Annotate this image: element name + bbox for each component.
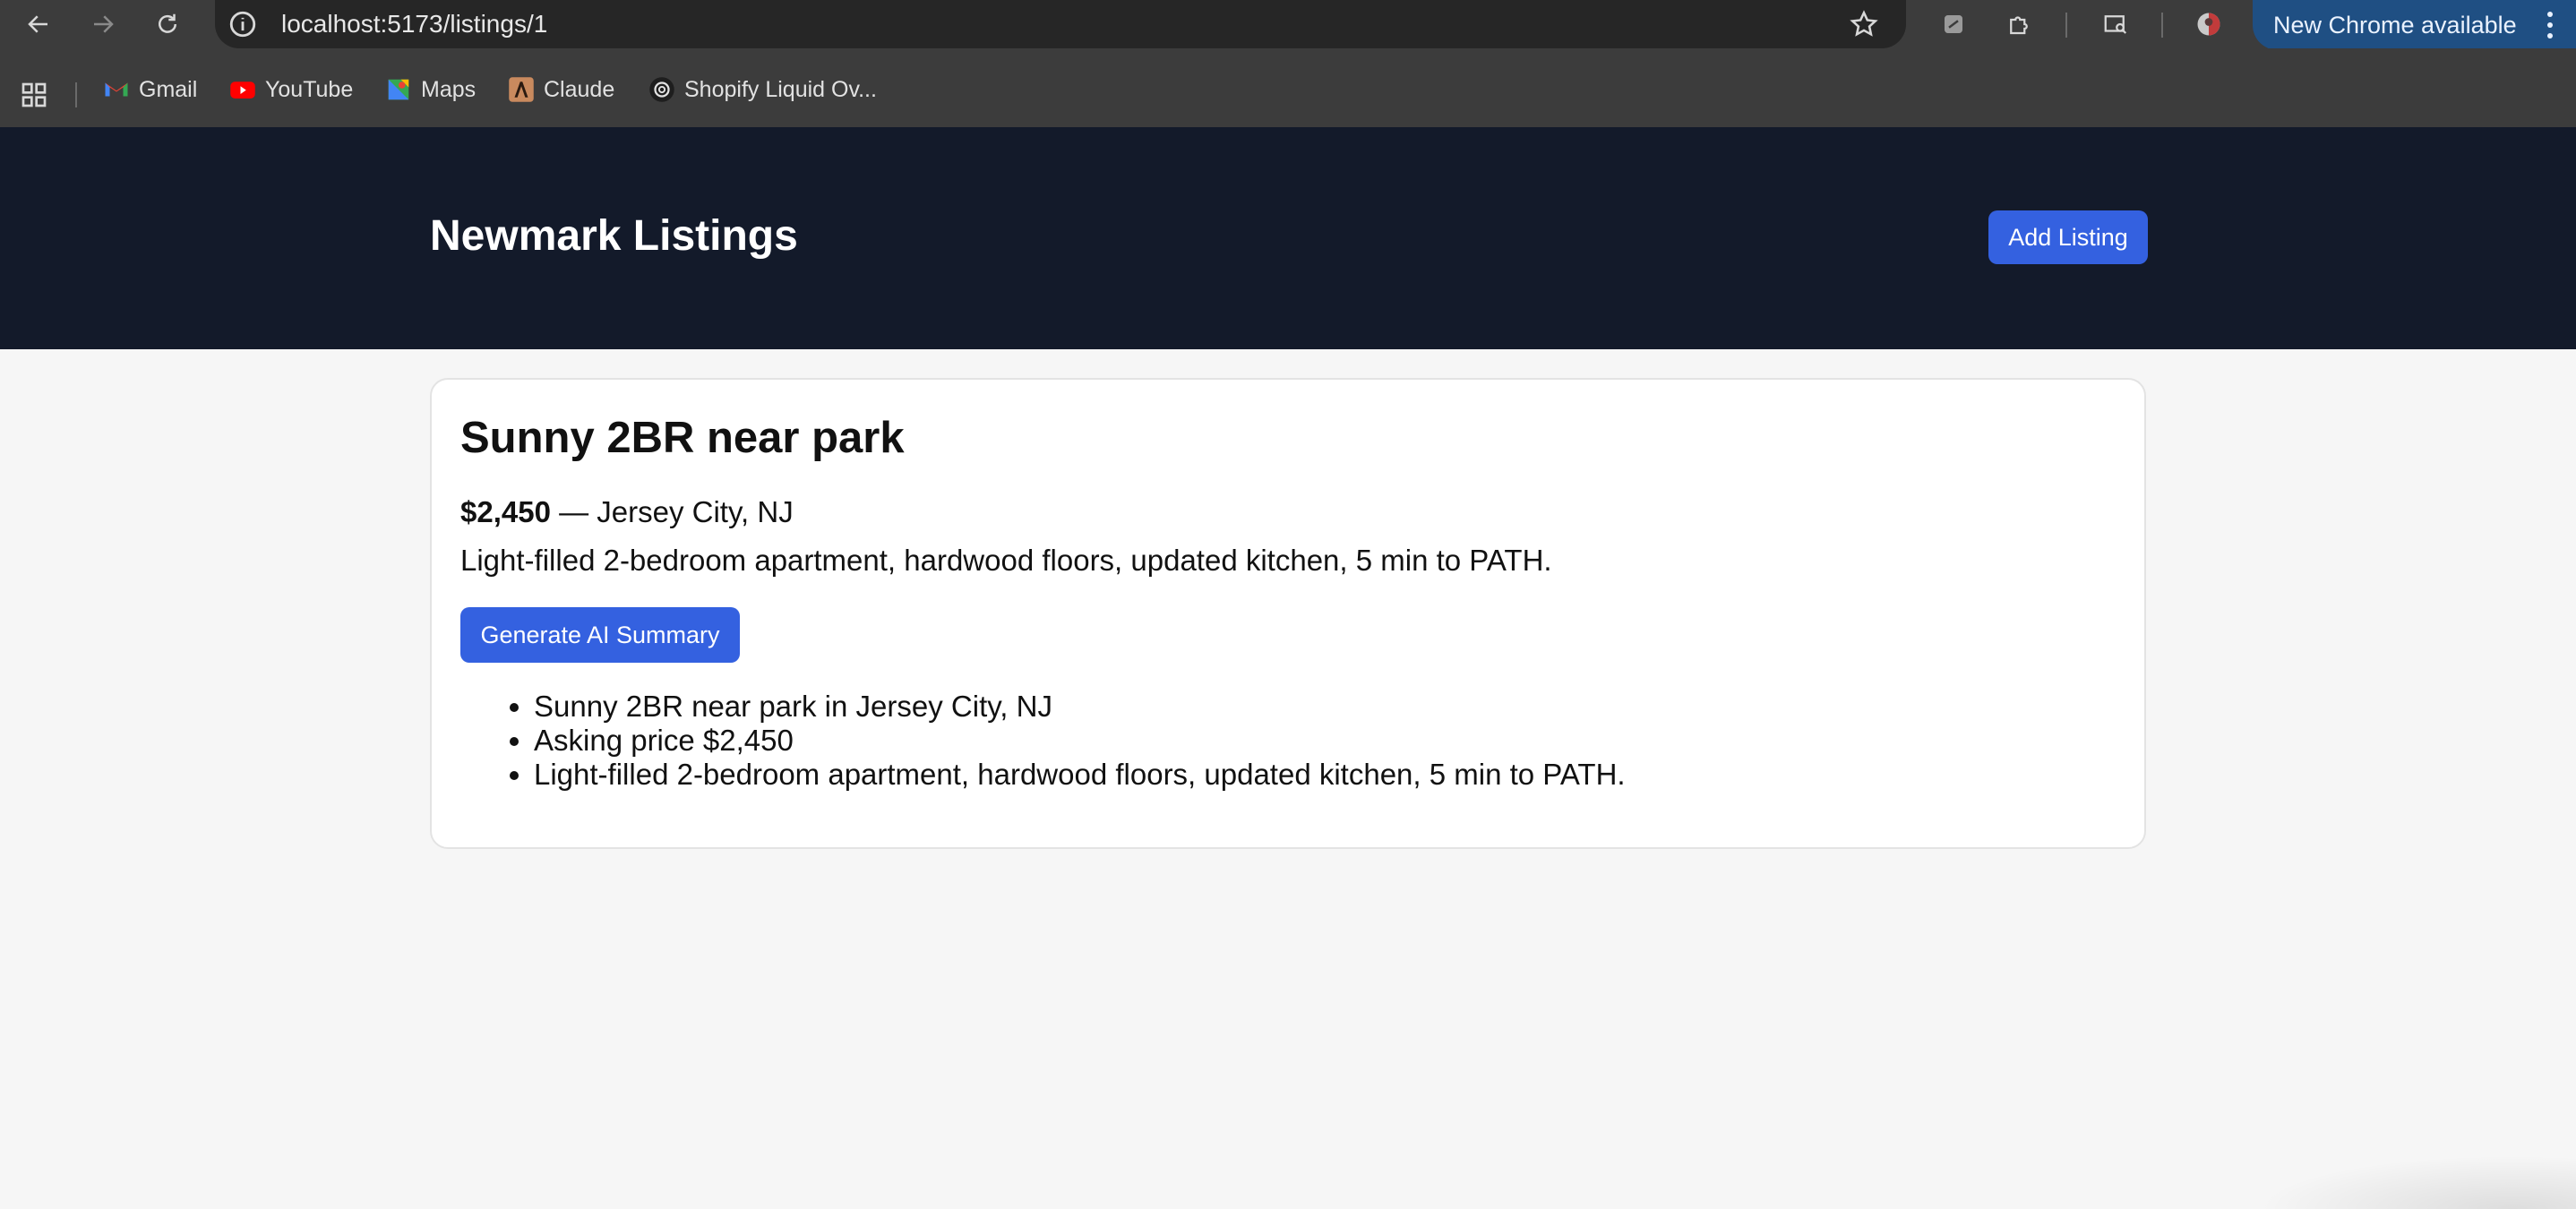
summary-item: Asking price $2,450 [534, 724, 1626, 758]
puzzle-icon[interactable] [2004, 9, 2034, 39]
summary-item: Sunny 2BR near park in Jersey City, NJ [534, 690, 1626, 724]
bookmark-youtube[interactable]: YouTube [229, 75, 353, 104]
reload-icon[interactable] [152, 9, 183, 39]
kebab-menu-icon[interactable] [2541, 9, 2559, 41]
gmail-icon [103, 76, 130, 103]
toolbar-divider [2161, 13, 2163, 38]
openai-icon [648, 76, 675, 103]
bookmark-claude[interactable]: Claude [508, 75, 614, 104]
youtube-icon [229, 76, 256, 103]
avatar-icon[interactable] [2194, 9, 2224, 39]
bookmark-label: Shopify Liquid Ov... [684, 76, 877, 102]
arrow-right-icon[interactable] [88, 9, 118, 39]
grid-icon[interactable] [20, 81, 48, 109]
listing-title: Sunny 2BR near park [460, 414, 905, 462]
add-listing-button[interactable]: Add Listing [1988, 210, 2148, 264]
chrome-update-button[interactable]: New Chrome available [2253, 0, 2576, 50]
app-title: Newmark Listings [430, 212, 798, 260]
generate-ai-summary-button[interactable]: Generate AI Summary [460, 607, 740, 663]
star-icon[interactable] [1849, 9, 1879, 39]
bookmark-label: YouTube [265, 76, 354, 102]
url-text[interactable]: localhost:5173/listings/1 [281, 9, 547, 39]
extension-icon[interactable] [1938, 9, 1969, 39]
ai-summary-list: Sunny 2BR near park in Jersey City, NJ A… [460, 690, 1626, 792]
listing-location: — Jersey City, NJ [550, 495, 794, 528]
update-label: New Chrome available [2273, 12, 2517, 39]
address-bar[interactable]: localhost:5173/listings/1 [215, 0, 1906, 48]
bookmark-label: Claude [544, 76, 615, 102]
claude-icon [508, 76, 535, 103]
listing-description: Light-filled 2-bedroom apartment, hardwo… [460, 544, 1552, 577]
arrow-left-icon[interactable] [23, 9, 54, 39]
tab-search-icon[interactable] [2100, 9, 2131, 39]
bookmark-shopify-liquid[interactable]: Shopify Liquid Ov... [648, 75, 877, 104]
corner-shadow [2257, 1155, 2576, 1209]
bookmark-label: Maps [421, 76, 477, 102]
app-header: Newmark Listings Add Listing [0, 127, 2576, 349]
bookmark-label: Gmail [139, 76, 198, 102]
bookmark-gmail[interactable]: Gmail [103, 75, 197, 104]
browser-toolbar: localhost:5173/listings/1 New Chrome ava… [0, 0, 2576, 50]
bookmark-maps[interactable]: Maps [385, 75, 476, 104]
maps-icon [385, 76, 412, 103]
info-icon[interactable] [228, 9, 258, 39]
bookmarks-bar: Gmail YouTube Maps Claude Shopify Liquid… [0, 48, 2576, 129]
summary-item: Light-filled 2-bedroom apartment, hardwo… [534, 758, 1626, 792]
price-location-line: $2,450 — Jersey City, NJ [460, 494, 794, 530]
bookmarks-divider [75, 82, 77, 107]
listing-price: $2,450 [460, 495, 551, 528]
listing-card: Sunny 2BR near park $2,450 — Jersey City… [430, 378, 2146, 849]
toolbar-divider [2065, 13, 2067, 38]
